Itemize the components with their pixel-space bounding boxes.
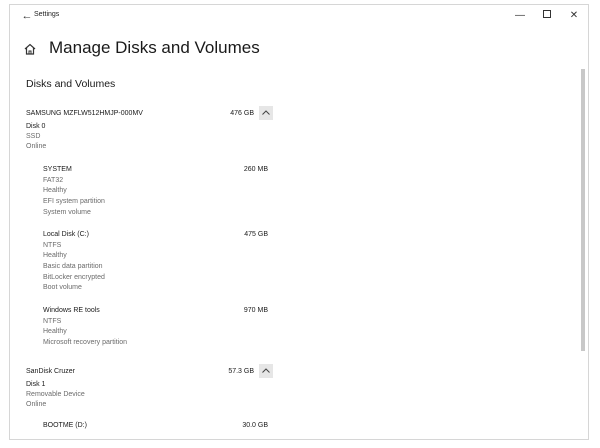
disk-model: SanDisk Cruzer	[26, 368, 76, 375]
disk-type: SSD	[26, 133, 41, 140]
close-icon: ✕	[569, 10, 579, 21]
chevron-up-icon	[262, 368, 270, 373]
title-bar: ← Settings — ✕	[10, 5, 588, 27]
app-title: Settings	[34, 11, 60, 18]
volume-detail: Boot volume	[43, 284, 82, 291]
volume-size: 970 MB	[243, 307, 268, 314]
disk-number: Disk 0	[26, 123, 46, 130]
page-title: Manage Disks and Volumes	[49, 38, 260, 57]
scrollbar[interactable]	[581, 69, 585, 351]
volume-name: SYSTEM	[43, 166, 72, 173]
minimize-button[interactable]: —	[509, 7, 531, 25]
volume-name: BOOTME (D:)	[43, 422, 87, 429]
volume-detail: NTFS	[43, 242, 62, 249]
volume-detail: Healthy	[43, 187, 67, 194]
minimize-icon: —	[515, 10, 525, 21]
collapse-button[interactable]	[259, 364, 273, 378]
volume-detail: Basic data partition	[43, 263, 103, 270]
volume-detail: Healthy	[43, 252, 67, 259]
disk-model: SAMSUNG MZFLW512HMJP-000MV	[26, 110, 143, 117]
volume-detail: FAT32	[43, 177, 64, 184]
settings-window: ← Settings — ✕ Manage Disks and Volumes …	[9, 4, 589, 440]
volume-size: 475 GB	[244, 231, 268, 238]
volume-name: Windows RE tools	[43, 307, 100, 314]
close-button[interactable]: ✕	[563, 7, 585, 25]
volume-detail: Healthy	[43, 328, 67, 335]
maximize-icon	[543, 10, 551, 19]
volume-size: 260 MB	[243, 166, 268, 173]
volume-detail: System volume	[43, 209, 91, 216]
home-icon[interactable]	[23, 42, 37, 56]
disk-number: Disk 1	[26, 381, 46, 388]
collapse-button[interactable]	[259, 106, 273, 120]
volume-detail: NTFS	[43, 318, 62, 325]
volume-detail: Microsoft recovery partition	[43, 339, 128, 346]
disk-size: 476 GB	[230, 110, 254, 117]
volume-detail: EFI system partition	[43, 198, 105, 205]
volume-size: 30.0 GB	[242, 422, 268, 429]
section-title: Disks and Volumes	[26, 78, 116, 90]
chevron-up-icon	[262, 110, 270, 115]
disk-status: Online	[26, 401, 47, 408]
disk-status: Online	[26, 143, 47, 150]
disk-type: Removable Device	[26, 391, 85, 398]
maximize-button[interactable]	[536, 7, 558, 25]
disk-size: 57.3 GB	[228, 368, 254, 375]
volume-detail: BitLocker encrypted	[43, 274, 105, 281]
volume-name: Local Disk (C:)	[43, 231, 89, 238]
arrow-left-icon: ←	[21, 10, 33, 22]
